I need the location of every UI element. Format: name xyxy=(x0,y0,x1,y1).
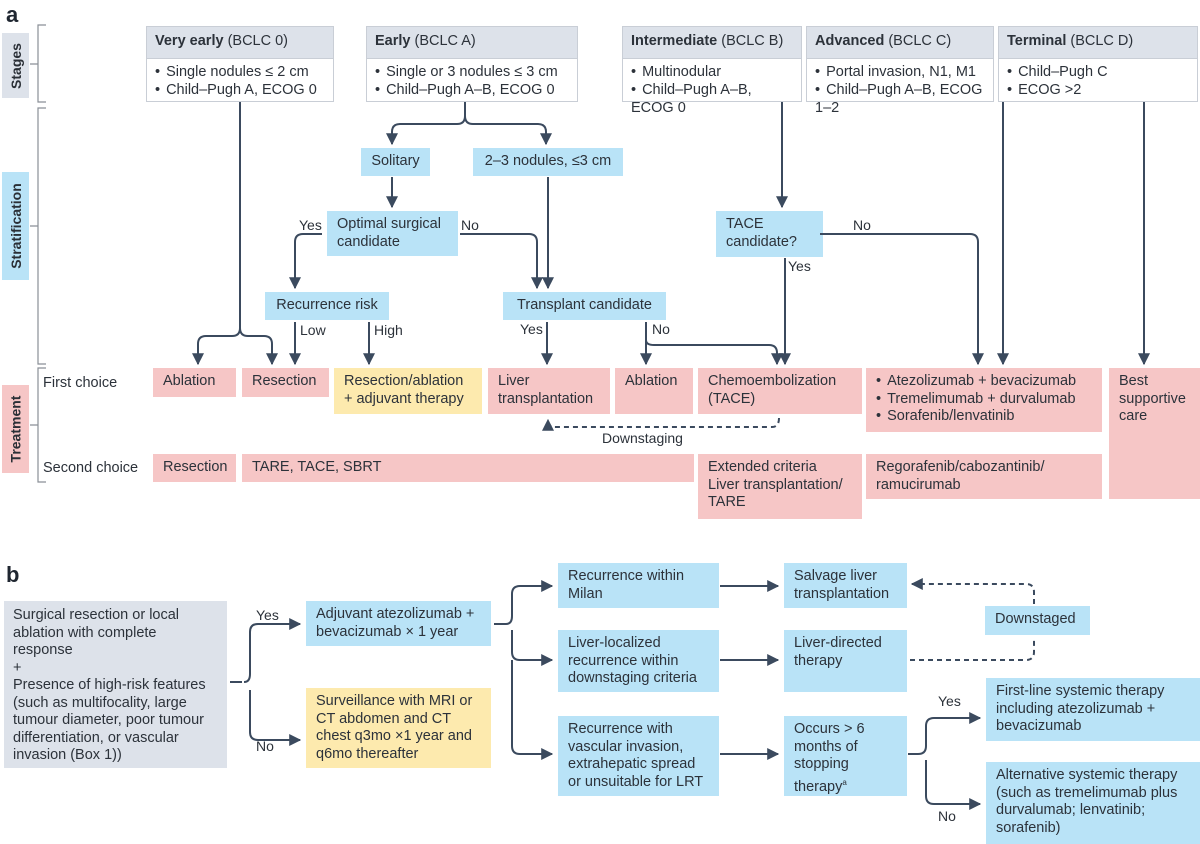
bracket-stratification xyxy=(30,107,46,365)
connector-layer xyxy=(30,24,1150,810)
bracket-stages xyxy=(30,24,46,103)
arrow-optimal-yes xyxy=(289,233,322,290)
arrow-tace-no xyxy=(820,233,984,366)
arrow-optimal-no xyxy=(460,233,543,290)
brace-occurs-no xyxy=(925,760,982,810)
brace-adjuvant-top xyxy=(494,580,554,625)
bracket-treatment xyxy=(30,367,46,483)
arrow-to-resection xyxy=(239,327,278,366)
brace-start-no xyxy=(249,690,302,746)
arrow-to-ablation xyxy=(192,327,241,366)
branch-early xyxy=(386,102,466,146)
arrow-transplant-no-tace xyxy=(645,339,783,366)
brace-adjuvant-mid xyxy=(511,630,554,666)
branch-early-right xyxy=(464,115,552,146)
dash-directed-downstaged xyxy=(910,637,1035,661)
brace-occurs-yes xyxy=(908,712,982,755)
brace-adjuvant-bot xyxy=(511,660,554,760)
arrow-downstaging xyxy=(542,417,780,431)
brace-start xyxy=(230,624,300,683)
arrow-downstaged-salvage xyxy=(910,578,1035,604)
